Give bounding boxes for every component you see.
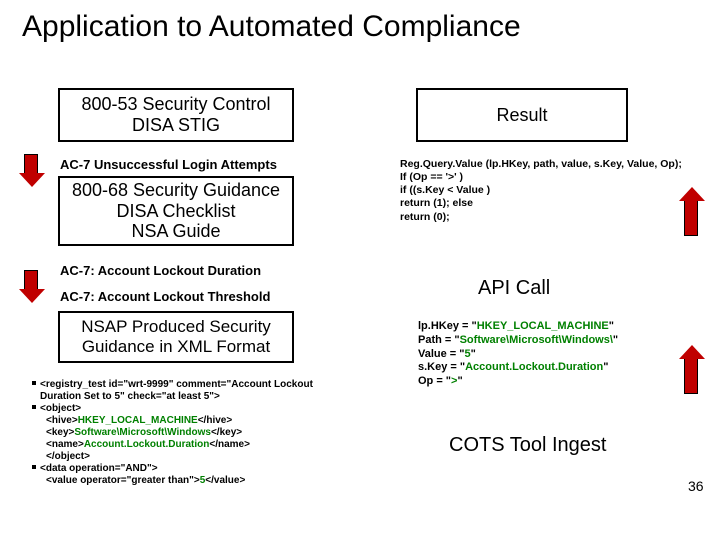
code-l1: Reg.Query.Value (lp.HKey, path, value, s… xyxy=(400,158,720,171)
xml-l1b: Duration Set to 5" check="at least 5"> xyxy=(40,391,220,402)
page-number: 36 xyxy=(688,478,704,494)
xml-l4: <key>Software\Microsoft\Windows</key> xyxy=(46,427,242,438)
result-code: Reg.Query.Value (lp.HKey, path, value, s… xyxy=(400,158,720,224)
box-security-guidance-text: 800-68 Security Guidance DISA Checklist … xyxy=(72,180,280,242)
arrow-down-icon xyxy=(24,154,38,174)
label-cots-ingest: COTS Tool Ingest xyxy=(449,434,606,457)
xml-l1a: <registry_test id="wrt-9999" comment="Ac… xyxy=(40,379,313,390)
assign-l4: s.Key = "Account.Lockout.Duration" xyxy=(418,361,698,375)
xml-l3: <hive>HKEY_LOCAL_MACHINE</hive> xyxy=(46,415,232,426)
label-ac7-attempts: AC-7 Unsuccessful Login Attempts xyxy=(60,157,277,172)
arrow-down-icon xyxy=(24,270,38,290)
arrow-up-icon xyxy=(684,358,698,394)
assign-block: lp.HKey = "HKEY_LOCAL_MACHINE" Path = "S… xyxy=(418,320,698,389)
xml-l6: </object> xyxy=(46,451,90,462)
xml-snippet: <registry_test id="wrt-9999" comment="Ac… xyxy=(32,379,342,487)
box-security-guidance: 800-68 Security Guidance DISA Checklist … xyxy=(58,176,294,246)
label-lockout-duration: AC-7: Account Lockout Duration xyxy=(60,263,261,278)
assign-l5: Op = ">" xyxy=(418,375,698,389)
xml-l2: <object> xyxy=(40,403,81,414)
code-l3: if ((s.Key < Value ) xyxy=(400,184,720,197)
assign-l3: Value = "5" xyxy=(418,348,698,362)
assign-l1: lp.HKey = "HKEY_LOCAL_MACHINE" xyxy=(418,320,698,334)
assign-l2: Path = "Software\Microsoft\Windows\" xyxy=(418,334,698,348)
arrow-up-icon xyxy=(684,200,698,236)
box-result: Result xyxy=(416,88,628,142)
code-l4: return (1); else xyxy=(400,197,720,210)
slide-title: Application to Automated Compliance xyxy=(0,0,720,52)
xml-l8: <value operator="greater than">5</value> xyxy=(46,475,245,486)
box-nsap-xml-text: NSAP Produced Security Guidance in XML F… xyxy=(81,317,271,356)
box-result-text: Result xyxy=(496,105,547,126)
xml-l7: <data operation="AND"> xyxy=(40,463,158,474)
label-lockout-threshold: AC-7: Account Lockout Threshold xyxy=(60,289,270,304)
xml-l5: <name>Account.Lockout.Duration</name> xyxy=(46,439,250,450)
code-l5: return (0); xyxy=(400,211,720,224)
code-l2: If (Op == '>' ) xyxy=(400,171,720,184)
diagram-stage: 800-53 Security Control DISA STIG AC-7 U… xyxy=(0,52,720,532)
box-security-control-text: 800-53 Security Control DISA STIG xyxy=(81,94,270,135)
label-api-call: API Call xyxy=(478,277,550,300)
box-security-control: 800-53 Security Control DISA STIG xyxy=(58,88,294,142)
box-nsap-xml: NSAP Produced Security Guidance in XML F… xyxy=(58,311,294,363)
